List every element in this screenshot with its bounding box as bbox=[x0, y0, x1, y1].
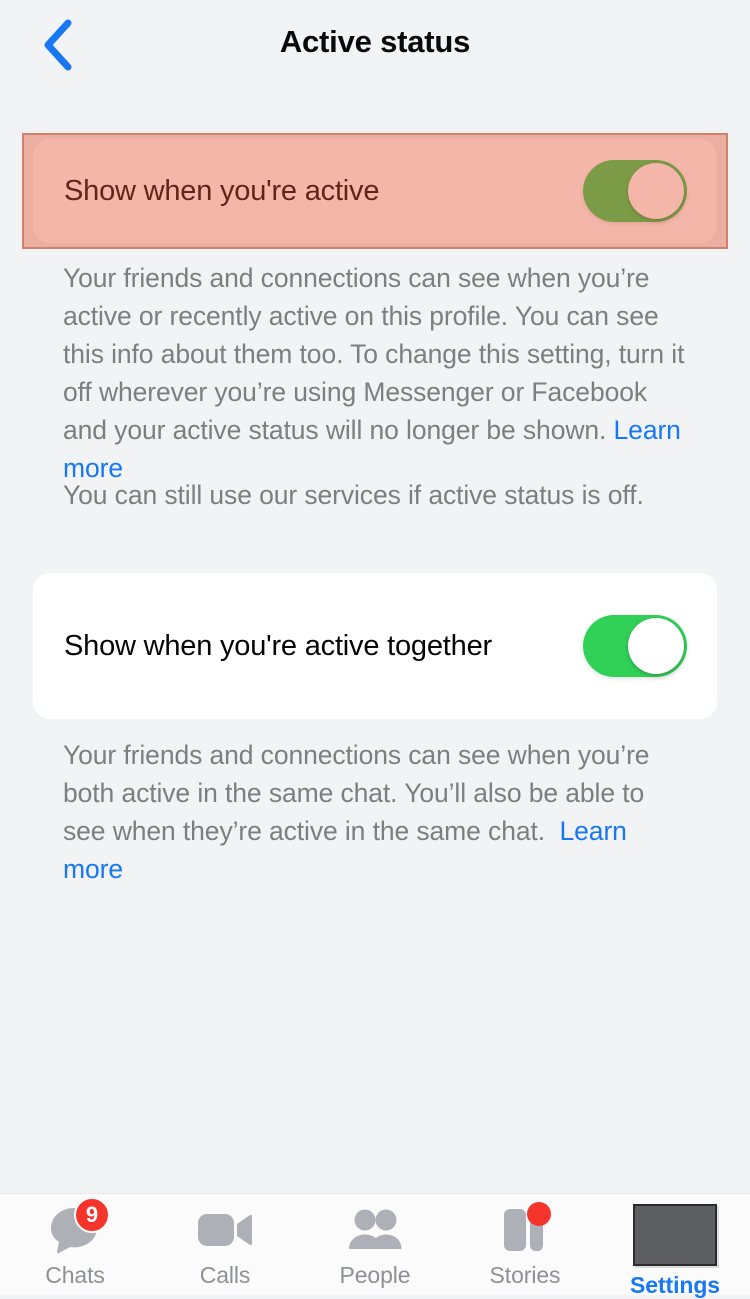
toggle-knob bbox=[628, 163, 684, 219]
avatar-icon bbox=[630, 1204, 720, 1266]
toggle-knob bbox=[628, 618, 684, 674]
tab-calls[interactable]: Calls bbox=[150, 1194, 300, 1295]
active-together-description: Your friends and connections can see whe… bbox=[63, 736, 685, 888]
tab-chats-label: Chats bbox=[45, 1262, 105, 1289]
active-status-row[interactable]: Show when you're active bbox=[33, 139, 717, 243]
active-status-toggle[interactable] bbox=[583, 160, 687, 222]
tab-people[interactable]: People bbox=[300, 1194, 450, 1295]
active-together-toggle[interactable] bbox=[583, 615, 687, 677]
tab-chats[interactable]: 9 Chats bbox=[0, 1194, 150, 1295]
chat-bubble-icon: 9 bbox=[43, 1204, 107, 1256]
active-status-label: Show when you're active bbox=[64, 171, 379, 211]
tab-people-label: People bbox=[339, 1262, 410, 1289]
active-status-screen: Active status Show when you're active Yo… bbox=[0, 0, 750, 1295]
stories-dot-badge bbox=[527, 1202, 551, 1226]
active-together-label: Show when you're active together bbox=[64, 626, 492, 666]
header-bar: Active status bbox=[0, 0, 750, 92]
active-together-card: Show when you're active together bbox=[33, 573, 717, 719]
people-icon bbox=[343, 1204, 407, 1256]
tab-settings[interactable]: Settings bbox=[600, 1194, 750, 1295]
active-together-row[interactable]: Show when you're active together bbox=[33, 573, 717, 719]
active-status-note: You can still use our services if active… bbox=[63, 476, 685, 514]
active-status-card: Show when you're active bbox=[33, 139, 717, 243]
page-title: Active status bbox=[0, 24, 750, 60]
stories-icon bbox=[493, 1204, 557, 1256]
avatar bbox=[633, 1204, 717, 1266]
video-camera-icon bbox=[193, 1204, 257, 1256]
active-status-description: Your friends and connections can see whe… bbox=[63, 259, 685, 487]
chats-badge: 9 bbox=[74, 1197, 110, 1233]
active-status-description-text: Your friends and connections can see whe… bbox=[63, 263, 684, 445]
tab-stories-label: Stories bbox=[490, 1262, 561, 1289]
tab-calls-label: Calls bbox=[200, 1262, 251, 1289]
tab-stories[interactable]: Stories bbox=[450, 1194, 600, 1295]
bottom-tab-bar: 9 Chats Calls People bbox=[0, 1193, 750, 1295]
